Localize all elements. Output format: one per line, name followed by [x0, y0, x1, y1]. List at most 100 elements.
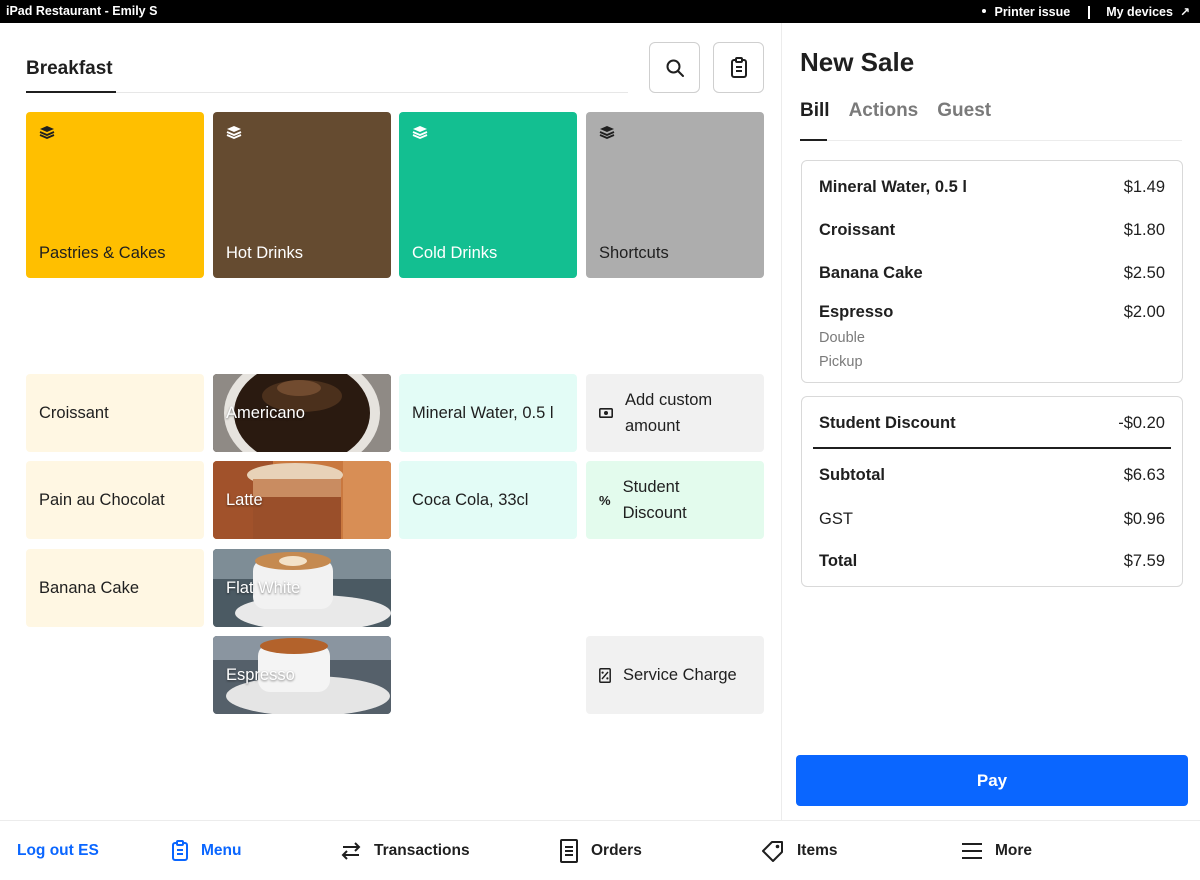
shortcut-add-custom-amount[interactable]: Add custom amount — [586, 374, 764, 452]
logout-label: Log out ES — [17, 842, 99, 859]
category-label: Pastries & Cakes — [39, 244, 166, 262]
category-hot-drinks[interactable]: Hot Drinks — [213, 112, 391, 278]
order-notes-button[interactable] — [713, 42, 764, 93]
nav-items[interactable]: Items — [761, 821, 838, 880]
nav-transactions[interactable]: Transactions — [340, 821, 470, 880]
external-link-icon: ↗ — [1179, 5, 1190, 19]
subtotal-row: Subtotal $6.63 — [819, 466, 1165, 485]
pay-button[interactable]: Pay — [796, 755, 1188, 806]
tab-divider — [827, 140, 1182, 141]
nav-transactions-label: Transactions — [374, 842, 470, 859]
hamburger-icon — [961, 842, 983, 860]
status-dot-icon — [982, 9, 987, 13]
my-devices-link[interactable]: My devices ↗ — [1106, 5, 1190, 19]
item-label: Flat White — [226, 578, 301, 597]
bill-line-item[interactable]: Croissant $1.80 — [819, 221, 1165, 240]
tab-guest[interactable]: Guest — [937, 100, 991, 122]
item-flat-white[interactable]: Flat White — [213, 549, 391, 627]
tab-actions[interactable]: Actions — [849, 100, 919, 122]
shortcut-student-discount[interactable]: % Student Discount — [586, 461, 764, 539]
total-value: $7.59 — [1123, 552, 1165, 570]
nav-orders[interactable]: Orders — [559, 821, 642, 880]
item-pain-au-chocolat[interactable]: Pain au Chocolat — [26, 461, 204, 539]
bill-items-card: Mineral Water, 0.5 l $1.49 Croissant $1.… — [801, 160, 1183, 383]
receipt-icon — [559, 839, 579, 863]
tab-bill[interactable]: Bill — [800, 100, 830, 122]
sale-title: New Sale — [800, 47, 915, 77]
item-banana-cake[interactable]: Banana Cake — [26, 549, 204, 627]
printer-issue-link[interactable]: Printer issue — [982, 5, 1070, 19]
layers-icon — [226, 126, 242, 139]
subtotal-value: $6.63 — [1123, 466, 1165, 484]
nav-orders-label: Orders — [591, 842, 642, 859]
logout-button[interactable]: Log out ES — [17, 821, 99, 880]
bill-line-item[interactable]: Espresso $2.00 — [819, 303, 1165, 322]
item-label: Americano — [226, 403, 305, 422]
category-shortcuts[interactable]: Shortcuts — [586, 112, 764, 278]
device-title: iPad Restaurant - Emily S — [6, 4, 158, 18]
layers-icon — [599, 126, 615, 139]
tab-divider — [116, 92, 628, 93]
item-label: Croissant — [39, 403, 109, 422]
item-label: Mineral Water, 0.5 l — [412, 403, 554, 422]
category-cold-drinks[interactable]: Cold Drinks — [399, 112, 577, 278]
item-mineral-water[interactable]: Mineral Water, 0.5 l — [399, 374, 577, 452]
nav-more[interactable]: More — [961, 821, 1032, 880]
menu-panel: Breakfast Pastries & Cakes Hot Drinks Co… — [0, 23, 781, 820]
bill-item-price: $1.80 — [1123, 221, 1165, 239]
item-americano[interactable]: Americano — [213, 374, 391, 452]
gst-value: $0.96 — [1123, 510, 1165, 528]
total-row: Total $7.59 — [819, 552, 1165, 571]
search-button[interactable] — [649, 42, 700, 93]
sale-panel: New Sale Bill Actions Guest Mineral Wate… — [781, 23, 1200, 820]
clipboard-icon — [730, 56, 747, 78]
gst-label: GST — [819, 510, 853, 528]
shortcut-label: Service Charge — [623, 665, 737, 684]
subtotal-label: Subtotal — [819, 466, 885, 484]
category-label: Shortcuts — [599, 244, 669, 262]
discount-line[interactable]: Student Discount -$0.20 — [819, 414, 1165, 433]
item-label: Coca Cola, 33cl — [412, 490, 529, 509]
bill-line-item[interactable]: Mineral Water, 0.5 l $1.49 — [819, 178, 1165, 197]
layers-icon — [39, 126, 55, 139]
bill-item-price: $2.50 — [1123, 264, 1165, 282]
category-pastries-cakes[interactable]: Pastries & Cakes — [26, 112, 204, 278]
bill-line-item[interactable]: Banana Cake $2.50 — [819, 264, 1165, 283]
clipboard-icon — [171, 840, 189, 862]
swap-arrows-icon — [340, 841, 362, 861]
bill-item-price: $2.00 — [1123, 303, 1165, 321]
total-label: Total — [819, 552, 858, 570]
item-espresso[interactable]: Espresso — [213, 636, 391, 714]
discount-name: Student Discount — [819, 414, 956, 432]
totals-divider — [813, 447, 1171, 449]
bill-item-name: Banana Cake — [819, 264, 923, 282]
bill-item-name: Mineral Water, 0.5 l — [819, 178, 967, 196]
item-label: Pain au Chocolat — [39, 490, 165, 509]
bill-item-name: Espresso — [819, 303, 894, 321]
totals-card: Student Discount -$0.20 Subtotal $6.63 G… — [801, 396, 1183, 587]
item-coca-cola[interactable]: Coca Cola, 33cl — [399, 461, 577, 539]
printer-issue-label: Printer issue — [994, 5, 1071, 19]
shortcut-label: Add custom amount — [625, 387, 712, 439]
nav-menu[interactable]: Menu — [171, 821, 241, 880]
item-croissant[interactable]: Croissant — [26, 374, 204, 452]
tab-active-indicator — [800, 139, 827, 141]
status-separator — [1088, 5, 1091, 19]
tab-breakfast[interactable]: Breakfast — [26, 58, 113, 80]
category-label: Cold Drinks — [412, 244, 498, 262]
shortcut-label-line2: amount — [625, 417, 681, 435]
cash-icon — [599, 408, 613, 418]
sale-tabs: Bill Actions Guest — [800, 100, 1010, 122]
item-modifier: Pickup — [819, 354, 863, 370]
item-label: Banana Cake — [39, 578, 139, 597]
item-label: Latte — [226, 490, 263, 509]
nav-items-label: Items — [797, 842, 838, 859]
shortcut-label-line2: Discount — [622, 504, 687, 522]
shortcut-label-line1: Add custom — [625, 391, 713, 409]
item-latte[interactable]: Latte — [213, 461, 391, 539]
bill-item-price: $1.49 — [1123, 178, 1165, 196]
my-devices-label: My devices — [1106, 5, 1173, 19]
layers-icon — [412, 126, 428, 139]
shortcut-service-charge[interactable]: Service Charge — [586, 636, 764, 714]
search-icon — [666, 59, 684, 77]
